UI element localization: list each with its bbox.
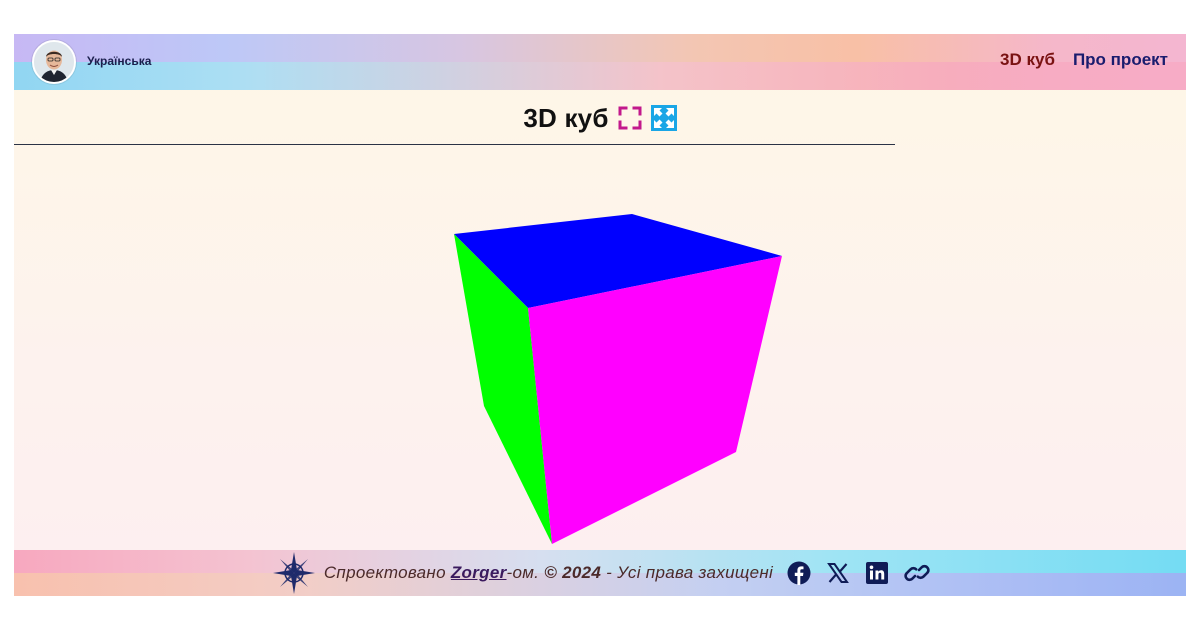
site-footer: Спроектовано Zorger-ом. © 2024 - Усі пра… <box>14 550 1186 596</box>
language-selector[interactable]: Українська <box>87 54 151 68</box>
facebook-icon[interactable] <box>787 561 811 585</box>
nav-link-3d-cube[interactable]: 3D куб <box>1000 50 1055 70</box>
main-nav: 3D куб Про проект <box>1000 50 1168 70</box>
site-header: Українська 3D куб Про проект <box>14 34 1186 90</box>
fullscreen-frame-icon[interactable] <box>617 105 643 131</box>
compass-logo-icon[interactable] <box>272 551 316 595</box>
link-icon[interactable] <box>904 561 930 585</box>
avatar[interactable] <box>32 40 76 84</box>
nav-link-about[interactable]: Про проект <box>1073 50 1168 70</box>
title-row: 3D куб <box>14 98 1186 138</box>
footer-prefix: Спроектовано <box>323 563 451 582</box>
x-icon[interactable] <box>826 561 850 585</box>
expand-arrows-icon[interactable] <box>650 105 677 131</box>
title-divider <box>14 144 895 145</box>
page-frame: Українська 3D куб Про проект 3D куб Спро… <box>14 34 1186 596</box>
cube-canvas[interactable] <box>14 146 1186 550</box>
author-link[interactable]: Zorger <box>451 563 507 582</box>
footer-year: © 2024 <box>544 563 602 582</box>
social-links <box>787 561 930 585</box>
footer-suffix: -ом. <box>506 563 545 582</box>
footer-rights: - Усі права захищені <box>601 563 774 582</box>
footer-copyright: Спроектовано Zorger-ом. © 2024 - Усі пра… <box>324 563 773 583</box>
linkedin-icon[interactable] <box>865 561 889 585</box>
page-title: 3D куб <box>523 102 609 133</box>
